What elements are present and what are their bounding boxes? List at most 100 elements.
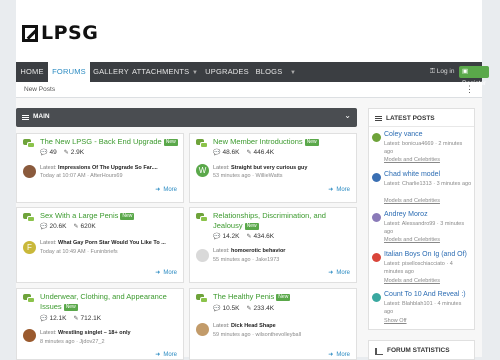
- avatar[interactable]: [372, 133, 381, 142]
- thread-count: 49: [49, 149, 57, 156]
- message-count: 446.4K: [253, 149, 275, 156]
- forum-card[interactable]: The New LPSG - Back End Upgrade New 💬 49 ✎…: [16, 133, 184, 203]
- post-forum-link[interactable]: Models and Celebrities: [384, 237, 440, 243]
- more-link[interactable]: ➜ More: [328, 186, 350, 193]
- post-forum-link[interactable]: Models and Celebrities: [384, 278, 440, 284]
- main-nav: Home Forums Gallery Attachments ▼ Upgrad…: [16, 62, 490, 87]
- post-title[interactable]: Coley vance: [384, 131, 423, 138]
- new-badge: New: [276, 294, 291, 301]
- latest-post[interactable]: Latest: Straight but very curious guy: [213, 165, 353, 172]
- sidebar-post[interactable]: Coley vance Latest: bonicua4669 · 2 minu…: [369, 131, 474, 169]
- forum-card[interactable]: New Member Introductions New 💬 48.6K ✎ 446.…: [189, 133, 357, 203]
- post-forum-link[interactable]: Models and Celebrities: [384, 198, 440, 204]
- new-badge: New: [120, 213, 135, 220]
- avatar[interactable]: [23, 165, 36, 178]
- more-link[interactable]: ➜ More: [155, 186, 177, 193]
- forum-card[interactable]: Relationships, Discrimination, and Jealo…: [189, 207, 357, 283]
- avatar[interactable]: [372, 253, 381, 262]
- arrow-right-icon: ➜: [155, 187, 161, 193]
- nav-upgrades[interactable]: Upgrades: [202, 62, 252, 82]
- nav-attachments-caret-icon[interactable]: ▼: [188, 62, 198, 82]
- post-title[interactable]: Italian Boys On Ig (and Of): [384, 251, 467, 258]
- avatar[interactable]: [23, 329, 36, 342]
- avatar[interactable]: F: [23, 241, 36, 254]
- forum-title[interactable]: The Healthy Penis New: [213, 292, 353, 302]
- sidebar-post[interactable]: Chad white model Latest: Charlie1313 · 3…: [369, 171, 474, 209]
- nav-forums[interactable]: Forums: [48, 62, 90, 82]
- avatar[interactable]: [372, 213, 381, 222]
- bar-chart-icon: [375, 348, 383, 355]
- forum-card[interactable]: The Healthy Penis New 💬 10.5K ✎ 233.4K Late…: [189, 288, 357, 360]
- sidebar-post[interactable]: Count To 10 And Reveal :) Latest: Blahbl…: [369, 291, 474, 317]
- message-count: 233.4K: [253, 305, 275, 312]
- nav-gallery[interactable]: Gallery: [90, 62, 132, 82]
- avatar[interactable]: [372, 293, 381, 302]
- forum-card[interactable]: Underwear, Clothing, and Appearance Issu…: [16, 288, 184, 360]
- threads-icon: 💬: [40, 316, 48, 322]
- latest-posts-title: LATEST POSTS: [386, 115, 435, 122]
- nav-blogs[interactable]: Blogs: [252, 62, 286, 82]
- forum-title[interactable]: Underwear, Clothing, and Appearance Issu…: [40, 292, 180, 312]
- arrow-right-icon: ➜: [328, 352, 334, 358]
- avatar[interactable]: [196, 249, 209, 262]
- message-count: 2.9K: [70, 149, 85, 156]
- forum-title[interactable]: Relationships, Discrimination, and Jealo…: [213, 211, 353, 231]
- forum-bubbles-icon: [23, 139, 35, 148]
- post-title[interactable]: Count To 10 And Reveal :): [384, 291, 466, 298]
- post-title[interactable]: Chad white model: [384, 171, 440, 178]
- arrow-right-icon: ➜: [155, 352, 161, 358]
- new-badge: New: [163, 139, 178, 146]
- logo-text: LPSG: [41, 22, 99, 44]
- collapse-icon[interactable]: ⌄: [344, 111, 351, 120]
- new-posts-link[interactable]: New Posts: [24, 86, 55, 93]
- messages-icon: ✎: [246, 306, 252, 312]
- forum-statistics-title: FORUM STATISTICS: [387, 347, 450, 354]
- forum-bubbles-icon: [196, 213, 208, 222]
- threads-icon: 💬: [213, 150, 221, 156]
- forum-title[interactable]: New Member Introductions New: [213, 137, 353, 147]
- forum-bubbles-icon: [196, 139, 208, 148]
- latest-post[interactable]: Latest: homoerotic behavior: [213, 248, 353, 255]
- sidebar-post[interactable]: Italian Boys On Ig (and Of) Latest: pise…: [369, 251, 474, 289]
- site-logo[interactable]: LPSG: [22, 22, 98, 44]
- show-off-link[interactable]: Show Off: [384, 318, 407, 324]
- messages-icon: ✎: [63, 150, 69, 156]
- message-count: 620K: [80, 223, 96, 230]
- latest-post[interactable]: Latest: Dick Head Shape: [213, 323, 353, 330]
- forum-title[interactable]: Sex With a Large Penis New: [40, 211, 180, 221]
- post-forum-link[interactable]: Models and Celebrities: [384, 157, 440, 163]
- threads-icon: 💬: [213, 306, 221, 312]
- nav-blogs-caret-icon[interactable]: ▼: [286, 62, 296, 82]
- post-meta: Latest: Blahblah101 · 4 minutes ago: [384, 301, 462, 315]
- latest-meta: 55 minutes ago · Jake1973: [213, 257, 280, 263]
- register-button[interactable]: ▣ Register: [459, 66, 490, 87]
- latest-meta: 59 minutes ago · wilsonthevolleyball: [213, 332, 302, 338]
- forum-stats: 💬 10.5K ✎ 233.4K: [213, 305, 274, 312]
- latest-meta: 53 minutes ago · WillieWatts: [213, 173, 283, 179]
- forum-stats: 💬 48.6K ✎ 446.4K: [213, 149, 274, 156]
- sidebar-post[interactable]: Andrey Moroz Latest: Alessandro99 · 3 mi…: [369, 211, 474, 249]
- latest-post[interactable]: Latest: What Gay Porn Star Would You Lik…: [40, 240, 180, 247]
- site-header: LPSG: [16, 0, 482, 62]
- post-meta: Latest: Charlie1313 · 3 minutes ago: [384, 181, 472, 187]
- avatar[interactable]: W: [196, 164, 209, 177]
- latest-post[interactable]: Latest: Wrestling singlet – 18+ only: [40, 330, 180, 337]
- nav-attachments[interactable]: Attachments: [132, 62, 189, 82]
- category-header-main[interactable]: MAIN ⌄: [16, 108, 357, 127]
- more-options-icon[interactable]: ⋮: [465, 84, 474, 95]
- more-link[interactable]: ➜ More: [155, 269, 177, 276]
- new-badge: New: [63, 304, 78, 311]
- nav-home[interactable]: Home: [16, 62, 48, 82]
- forum-stats: 💬 12.1K ✎ 712.1K: [40, 315, 101, 322]
- message-count: 712.1K: [80, 315, 102, 322]
- latest-meta: Today at 10:49 AM · Funinbriefs: [40, 249, 118, 255]
- more-link[interactable]: ➜ More: [328, 269, 350, 276]
- messages-icon: ✎: [73, 316, 79, 322]
- forum-title[interactable]: The New LPSG - Back End Upgrade New: [40, 137, 180, 147]
- avatar[interactable]: [196, 323, 209, 336]
- latest-post[interactable]: Latest: Impressions Of The Upgrade So Fa…: [40, 165, 180, 172]
- avatar[interactable]: [372, 173, 381, 182]
- forum-card[interactable]: Sex With a Large Penis New 💬 20.6K ✎ 620K F…: [16, 207, 184, 283]
- login-link[interactable]: ⚿ Log in: [430, 62, 454, 82]
- post-title[interactable]: Andrey Moroz: [384, 211, 428, 218]
